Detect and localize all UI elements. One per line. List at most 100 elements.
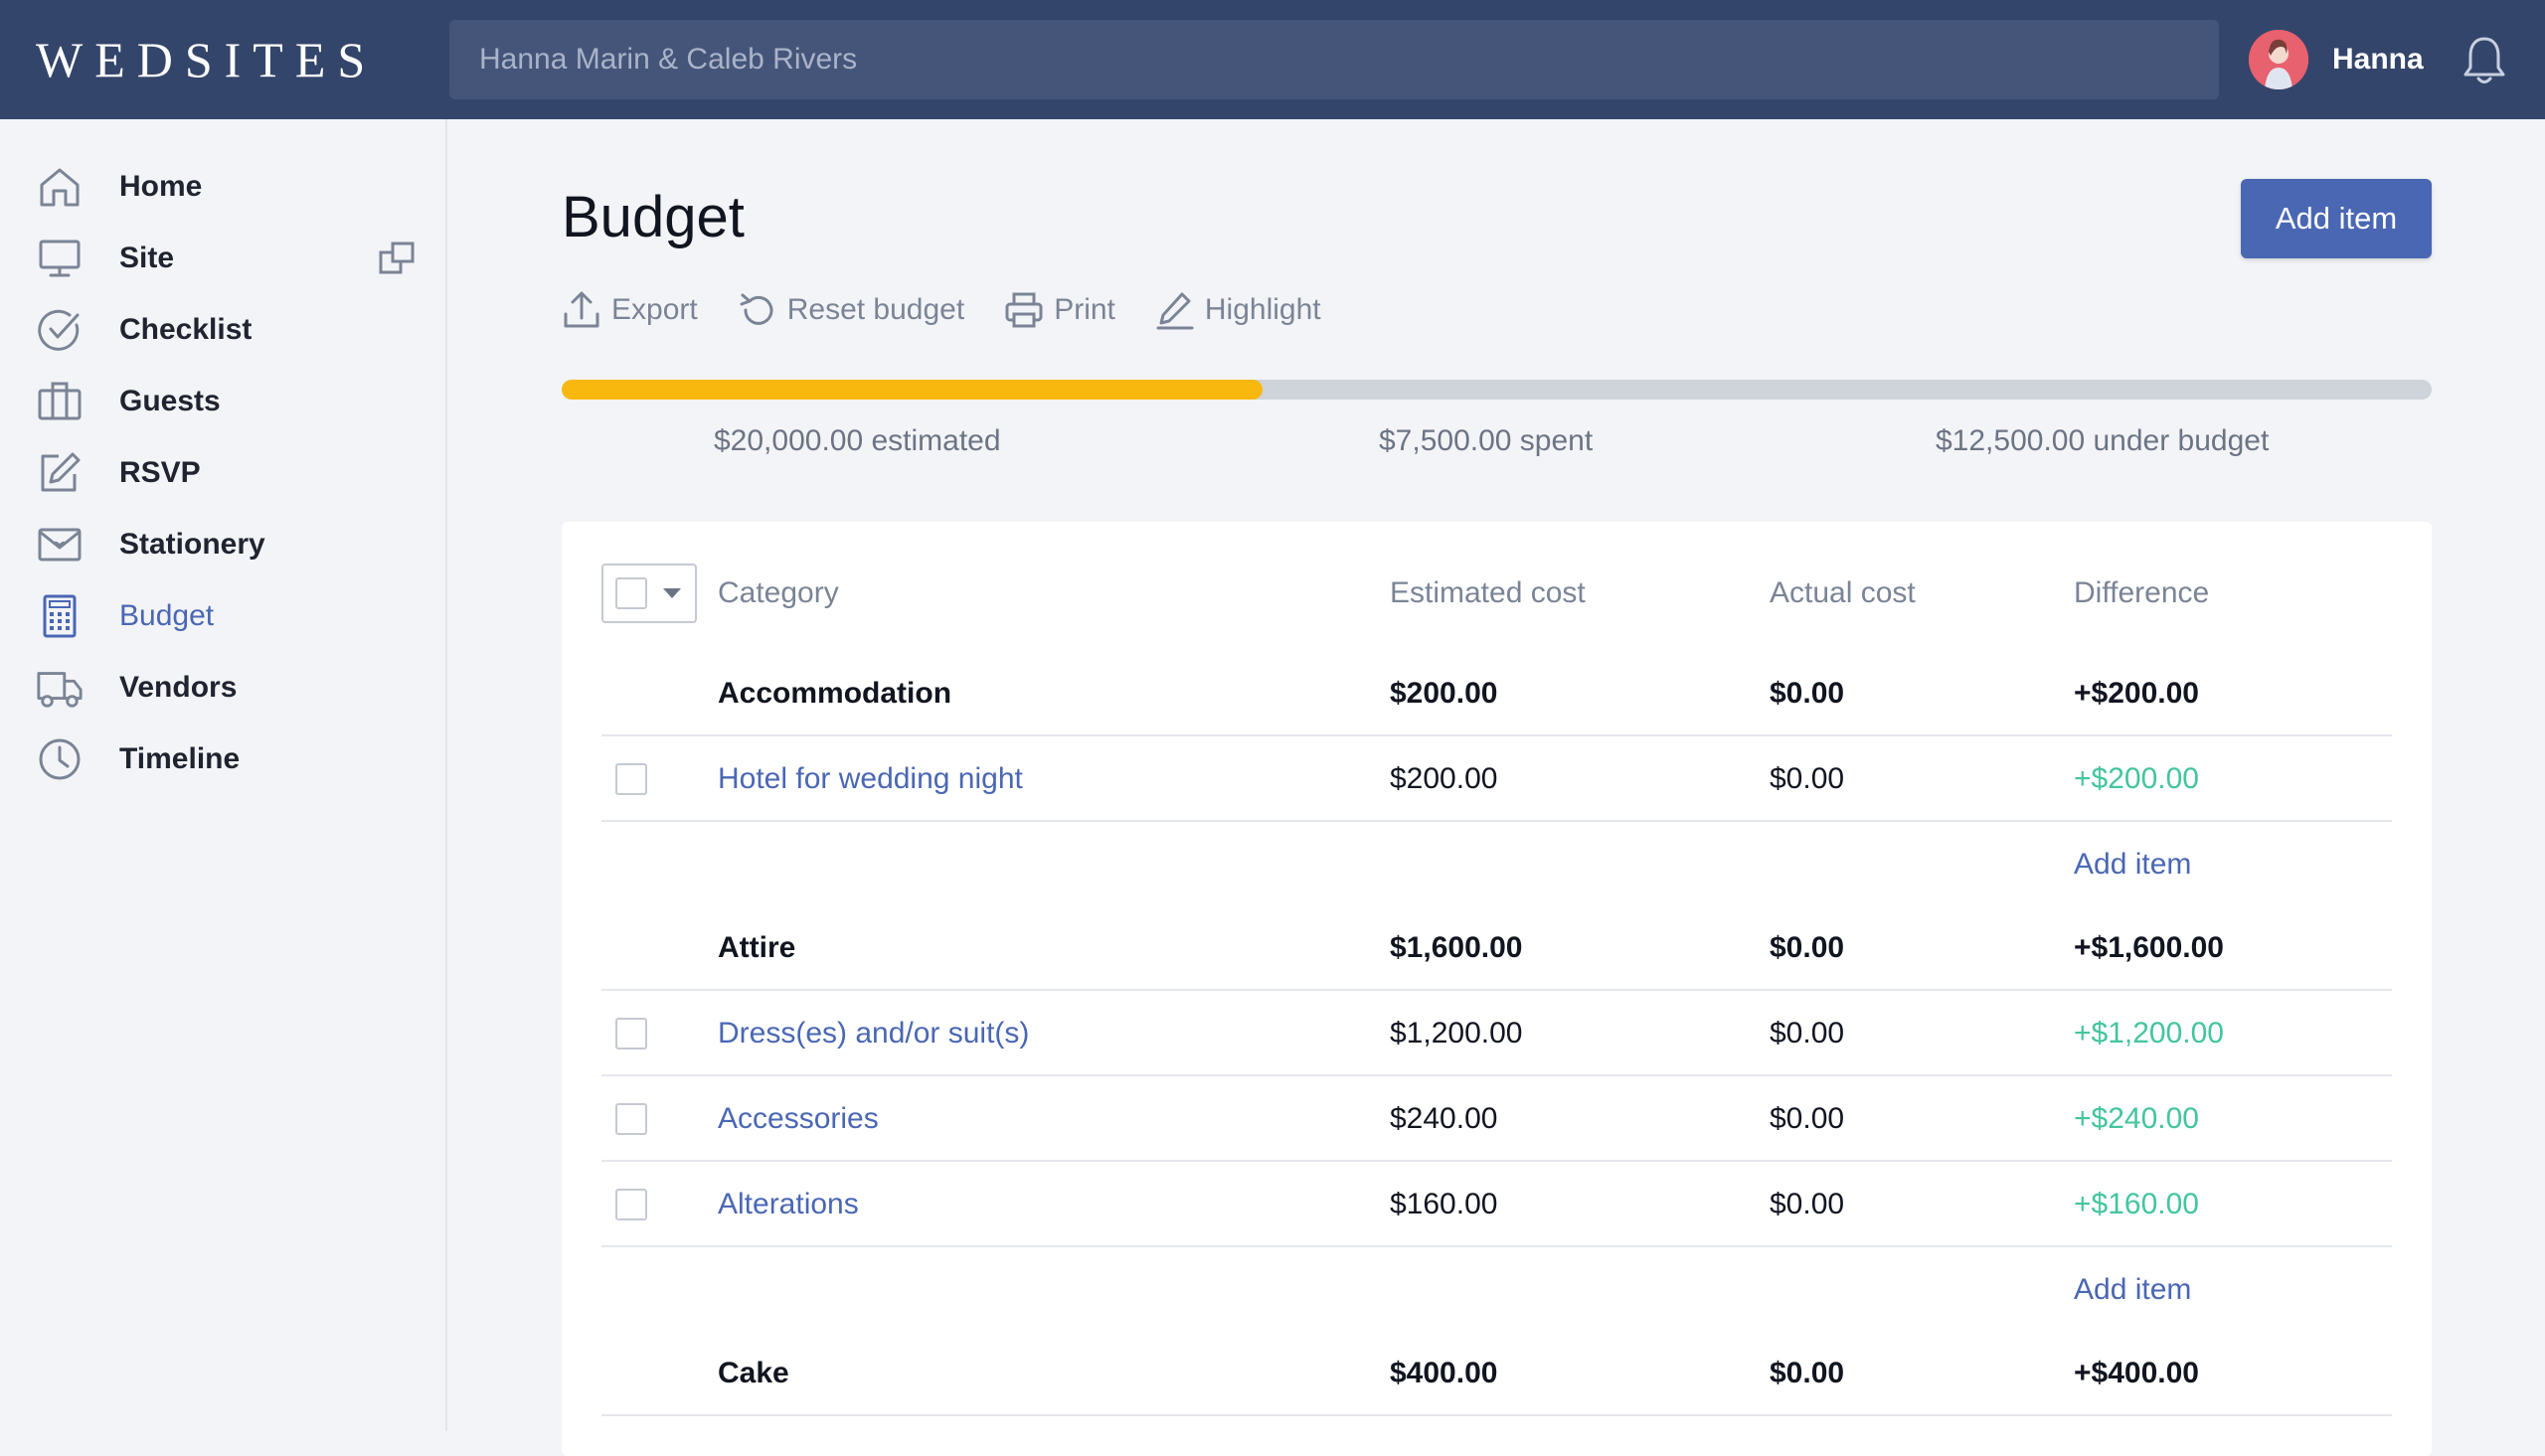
- export-label: Export: [611, 293, 698, 326]
- category-estimated: $400.00: [1390, 1357, 1498, 1389]
- export-button[interactable]: Export: [562, 290, 698, 330]
- item-estimated[interactable]: $160.00: [1390, 1162, 1497, 1247]
- sidebar-item-label: Site: [119, 242, 175, 274]
- category-estimated: $200.00: [1390, 677, 1498, 710]
- home-icon: [36, 163, 84, 211]
- calculator-icon: [36, 592, 84, 640]
- table-row[interactable]: Dress(es) and/or suit(s) $1,200.00 $0.00…: [601, 991, 2392, 1076]
- sidebar-item-checklist[interactable]: Checklist: [0, 294, 445, 366]
- reset-budget-label: Reset budget: [786, 293, 965, 326]
- category-estimated: $1,600.00: [1390, 931, 1523, 964]
- sidebar-item-budget[interactable]: Budget: [0, 580, 445, 652]
- row-checkbox[interactable]: [615, 1189, 647, 1220]
- item-actual[interactable]: $0.00: [1770, 736, 1844, 822]
- sidebar: Home Site Checklist Guests RSVP Statione…: [0, 119, 447, 1431]
- column-header-estimated[interactable]: Estimated cost: [1390, 576, 1586, 610]
- reset-budget-button[interactable]: Reset budget: [738, 290, 964, 330]
- column-header-actual[interactable]: Actual cost: [1770, 576, 1916, 610]
- add-item-link[interactable]: Add item: [2074, 822, 2191, 907]
- envelope-icon: [36, 521, 84, 568]
- category-difference: +$400.00: [2074, 1357, 2199, 1389]
- avatar[interactable]: [2249, 30, 2308, 89]
- bell-icon[interactable]: [2460, 34, 2509, 87]
- guests-icon: [36, 378, 84, 425]
- category-row: Accommodation $200.00 $0.00 +$200.00: [601, 651, 2392, 736]
- print-label: Print: [1054, 293, 1115, 326]
- top-bar: WEDSITES Hanna Marin & Caleb Rivers Hann…: [0, 0, 2545, 119]
- row-checkbox[interactable]: [615, 763, 647, 795]
- add-item-link[interactable]: Add item: [2074, 1247, 2191, 1333]
- sidebar-item-label: Checklist: [119, 313, 253, 346]
- truck-icon: [36, 664, 84, 712]
- sidebar-item-label: Budget: [119, 599, 215, 632]
- avatar-icon: [2249, 30, 2308, 89]
- category-name: Accommodation: [718, 677, 952, 710]
- category-actual: $0.00: [1770, 677, 1845, 710]
- item-actual[interactable]: $0.00: [1770, 1076, 1844, 1162]
- sidebar-item-site[interactable]: Site: [0, 223, 445, 294]
- category-row: Attire $1,600.00 $0.00 +$1,600.00: [601, 905, 2392, 991]
- sidebar-item-vendors[interactable]: Vendors: [0, 652, 445, 724]
- add-item-button[interactable]: Add item: [2241, 179, 2432, 258]
- printer-icon: [1005, 292, 1043, 328]
- item-estimated[interactable]: $1,200.00: [1390, 991, 1522, 1076]
- column-header-difference[interactable]: Difference: [2074, 576, 2209, 610]
- user-name[interactable]: Hanna: [2332, 43, 2424, 77]
- check-circle-icon: [36, 306, 84, 354]
- sidebar-item-home[interactable]: Home: [0, 151, 445, 223]
- sidebar-item-label: Home: [119, 170, 203, 203]
- edit-icon: [36, 449, 84, 497]
- sidebar-item-guests[interactable]: Guests: [0, 366, 445, 437]
- item-name-link[interactable]: Accessories: [718, 1076, 879, 1162]
- item-actual[interactable]: $0.00: [1770, 991, 1844, 1076]
- sidebar-item-rsvp[interactable]: RSVP: [0, 437, 445, 509]
- category-difference: +$1,600.00: [2074, 931, 2224, 964]
- pencil-icon: [1156, 292, 1194, 330]
- budget-progress-bar: [562, 380, 2432, 400]
- sidebar-item-label: Timeline: [119, 742, 241, 775]
- item-estimated[interactable]: $240.00: [1390, 1076, 1497, 1162]
- budget-toolbar: Export Reset budget Print Highlight: [562, 288, 1361, 332]
- monitor-icon: [36, 235, 84, 282]
- select-all-checkbox[interactable]: [615, 577, 647, 609]
- reset-icon: [740, 293, 773, 325]
- add-item-row: Add item: [601, 1247, 2392, 1333]
- category-actual: $0.00: [1770, 931, 1845, 964]
- chevron-down-icon[interactable]: [663, 588, 681, 598]
- item-actual[interactable]: $0.00: [1770, 1162, 1844, 1247]
- spent-summary: $7,500.00 spent: [1379, 424, 1594, 457]
- category-name: Cake: [718, 1357, 789, 1389]
- item-name-link[interactable]: Dress(es) and/or suit(s): [718, 991, 1029, 1076]
- table-row[interactable]: Accessories $240.00 $0.00 +$240.00: [601, 1076, 2392, 1162]
- category-name: Attire: [718, 931, 796, 964]
- open-external-icon[interactable]: [378, 241, 418, 276]
- under-budget-summary: $12,500.00 under budget: [1936, 424, 2270, 457]
- highlight-button[interactable]: Highlight: [1155, 290, 1321, 330]
- search-input[interactable]: Hanna Marin & Caleb Rivers: [449, 20, 2219, 99]
- item-name-link[interactable]: Alterations: [718, 1162, 859, 1247]
- item-difference: +$200.00: [2074, 762, 2199, 795]
- highlight-label: Highlight: [1204, 293, 1321, 326]
- table-row[interactable]: Hotel for wedding night $200.00 $0.00 +$…: [601, 736, 2392, 822]
- budget-progress-fill: [562, 380, 1264, 400]
- user-menu[interactable]: Hanna: [2249, 28, 2424, 91]
- sidebar-item-timeline[interactable]: Timeline: [0, 724, 445, 795]
- print-button[interactable]: Print: [1004, 290, 1115, 330]
- clock-icon: [36, 735, 84, 783]
- sidebar-item-label: Stationery: [119, 528, 265, 561]
- item-name-link[interactable]: Hotel for wedding night: [718, 736, 1023, 822]
- sidebar-item-label: Vendors: [119, 671, 238, 704]
- select-all-dropdown[interactable]: [601, 564, 697, 623]
- item-difference: +$160.00: [2074, 1188, 2199, 1220]
- sidebar-item-stationery[interactable]: Stationery: [0, 509, 445, 580]
- column-header-category[interactable]: Category: [718, 576, 839, 610]
- row-checkbox[interactable]: [615, 1103, 647, 1135]
- row-checkbox[interactable]: [615, 1018, 647, 1050]
- category-actual: $0.00: [1770, 1357, 1845, 1389]
- table-row[interactable]: Alterations $160.00 $0.00 +$160.00: [601, 1162, 2392, 1247]
- item-estimated[interactable]: $200.00: [1390, 736, 1497, 822]
- app-logo[interactable]: WEDSITES: [0, 31, 447, 88]
- upload-icon: [564, 291, 599, 328]
- item-difference: +$1,200.00: [2074, 1017, 2224, 1050]
- budget-table: Category Estimated cost Actual cost Diff…: [562, 522, 2432, 1456]
